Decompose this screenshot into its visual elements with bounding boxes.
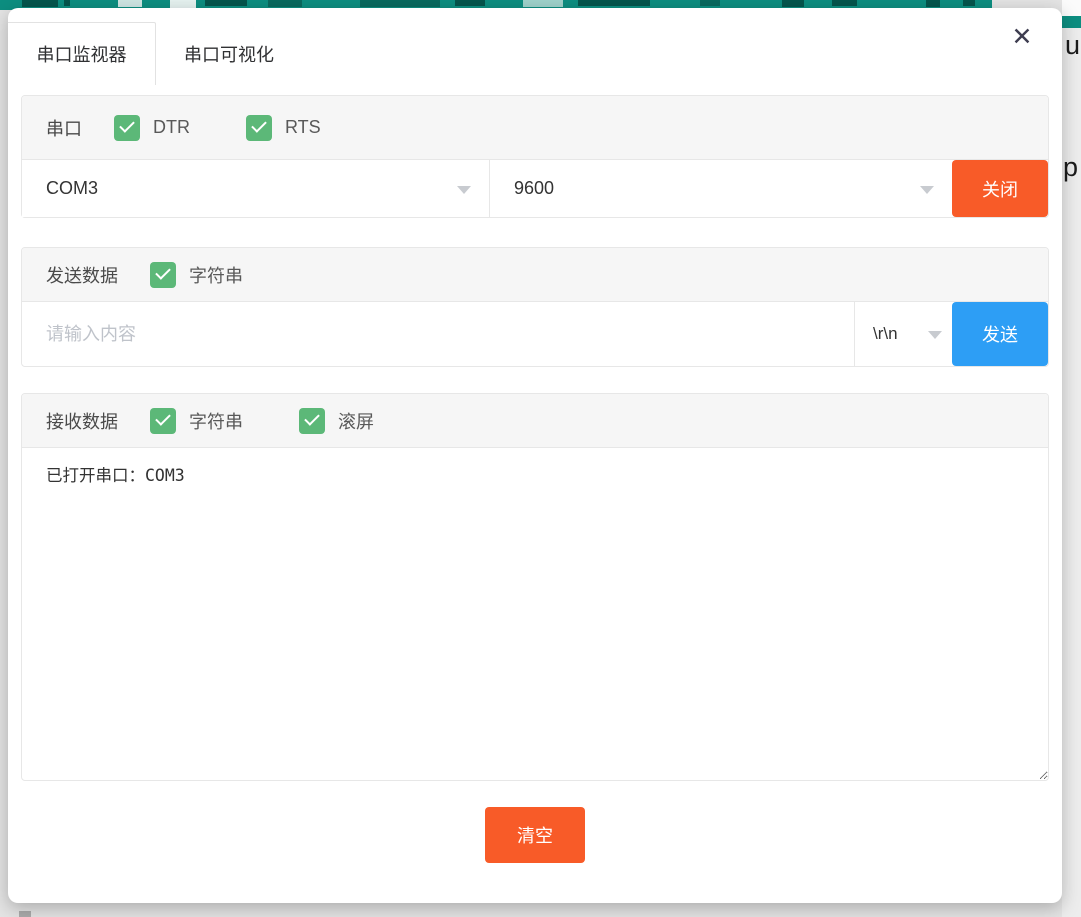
tab-serial-monitor[interactable]: 串口监视器	[8, 22, 156, 85]
send-input[interactable]	[22, 302, 854, 366]
chevron-down-icon	[928, 331, 942, 339]
line-ending-select[interactable]: \r\n	[854, 302, 952, 366]
serial-monitor-dialog: 串口监视器 串口可视化 ✕ 串口 DTR RTS COM3	[8, 8, 1062, 903]
dialog-content: 串口 DTR RTS COM3 9600 关	[8, 85, 1062, 863]
checkbox-checked-icon	[246, 115, 272, 141]
toolbar-fragment	[700, 0, 720, 6]
chevron-down-icon	[920, 186, 934, 194]
tab-label: 串口可视化	[184, 41, 274, 67]
receive-string-checkbox[interactable]: 字符串	[150, 408, 243, 434]
rts-checkbox[interactable]: RTS	[246, 115, 321, 141]
tab-serial-visualizer[interactable]: 串口可视化	[156, 22, 302, 85]
close-port-button[interactable]: 关闭	[952, 160, 1048, 217]
toolbar-fragment	[523, 0, 563, 7]
send-data-title: 发送数据	[46, 262, 118, 288]
autoscroll-checkbox[interactable]: 滚屏	[299, 408, 374, 434]
baud-select[interactable]: 9600	[490, 160, 952, 217]
toolbar-fragment	[578, 0, 650, 6]
toolbar-fragment	[268, 0, 302, 7]
checkbox-checked-icon	[150, 262, 176, 288]
toolbar-fragment	[170, 0, 196, 8]
receive-data-header: 接收数据 字符串 滚屏	[22, 394, 1048, 448]
close-icon[interactable]: ✕	[1006, 20, 1038, 52]
checkbox-checked-icon	[114, 115, 140, 141]
dialog-footer: 清空	[21, 807, 1049, 863]
serial-port-title: 串口	[46, 115, 82, 141]
toolbar-fragment	[64, 0, 70, 6]
receive-data-title: 接收数据	[46, 408, 118, 434]
serial-port-section: 串口 DTR RTS COM3 9600 关	[21, 95, 1049, 218]
toolbar-fragment	[963, 0, 975, 6]
serial-port-header: 串口 DTR RTS	[22, 96, 1048, 160]
receive-string-label: 字符串	[189, 408, 243, 434]
clipped-background-text: u	[1065, 30, 1080, 61]
toolbar-fragment	[22, 0, 58, 7]
baud-select-value: 9600	[514, 178, 554, 199]
clear-button[interactable]: 清空	[485, 807, 585, 863]
autoscroll-label: 滚屏	[338, 408, 374, 434]
send-button[interactable]: 发送	[952, 302, 1048, 366]
checkbox-checked-icon	[299, 408, 325, 434]
send-data-section: 发送数据 字符串 \r\n 发送	[21, 247, 1049, 367]
clipped-background-text: p	[1063, 152, 1078, 183]
background-fragment	[19, 911, 31, 917]
toolbar-fragment	[205, 0, 247, 6]
toolbar-fragment	[118, 0, 142, 7]
chevron-down-icon	[457, 186, 471, 194]
dtr-checkbox[interactable]: DTR	[114, 115, 190, 141]
line-ending-value: \r\n	[873, 324, 898, 344]
serial-port-controls: COM3 9600 关闭	[22, 160, 1048, 217]
tab-label: 串口监视器	[37, 41, 127, 67]
dialog-tabbar: 串口监视器 串口可视化 ✕	[8, 8, 1062, 85]
send-data-header: 发送数据 字符串	[22, 248, 1048, 302]
send-string-label: 字符串	[189, 262, 243, 288]
dtr-label: DTR	[153, 117, 190, 138]
send-string-checkbox[interactable]: 字符串	[150, 262, 243, 288]
page-background-sliver: u p	[1062, 0, 1081, 917]
receive-output-textarea[interactable]: 已打开串口：COM3	[22, 448, 1048, 780]
toolbar-fragment	[782, 0, 804, 7]
port-select-value: COM3	[46, 178, 98, 199]
background-content-strip: u p	[1062, 28, 1081, 917]
toolbar-fragment	[832, 0, 857, 6]
receive-data-section: 接收数据 字符串 滚屏 已打开串口：COM3	[21, 393, 1049, 781]
port-select[interactable]: COM3	[22, 160, 490, 217]
rts-label: RTS	[285, 117, 321, 138]
background-strip	[1062, 0, 1081, 16]
checkbox-checked-icon	[150, 408, 176, 434]
toolbar-fragment	[926, 0, 940, 7]
toolbar-fragment	[360, 0, 440, 7]
toolbar-fragment	[455, 0, 485, 6]
background-teal-strip	[1062, 16, 1081, 28]
send-data-controls: \r\n 发送	[22, 302, 1048, 366]
